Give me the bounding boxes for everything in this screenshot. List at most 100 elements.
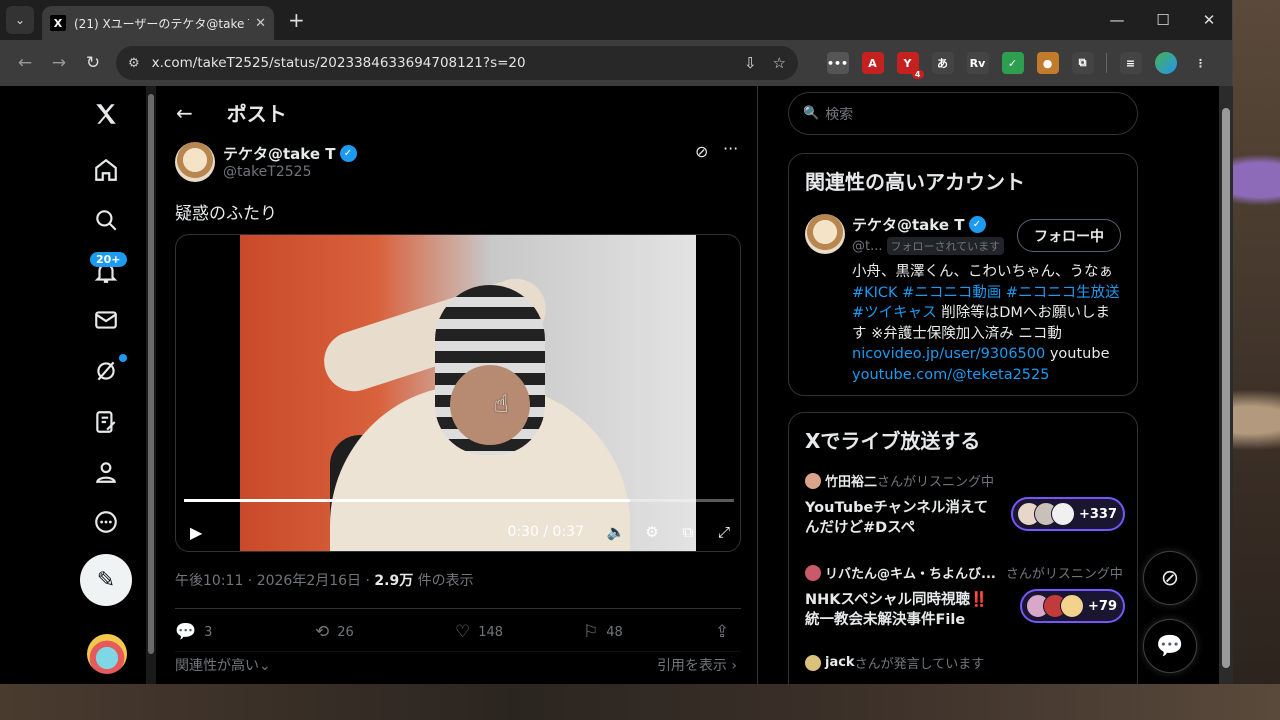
live-space-item[interactable]: jack さんが発言しています xyxy=(805,653,1125,672)
grok-dot-badge xyxy=(119,354,127,362)
pdf-ext-icon[interactable]: A xyxy=(861,52,884,74)
media-control-icon[interactable]: ≡ xyxy=(1119,52,1142,74)
bookmark-star-icon[interactable]: ☆ xyxy=(773,54,786,72)
more-circle-icon[interactable] xyxy=(86,502,126,542)
divider xyxy=(175,651,741,652)
related-account-name-text: テケタ@take T xyxy=(852,216,965,234)
related-account-handle[interactable]: @t... xyxy=(852,239,883,254)
view-quotes-link[interactable]: 引用を表示 › xyxy=(657,655,737,675)
search-input[interactable]: 🔍 検索 xyxy=(788,92,1138,135)
nav-scrollbar[interactable] xyxy=(146,86,156,684)
back-button[interactable]: ← xyxy=(8,53,42,73)
window-close-button[interactable]: ✕ xyxy=(1186,11,1232,29)
reload-button[interactable]: ↻ xyxy=(76,53,110,73)
mail-ext-icon[interactable]: Y4 xyxy=(896,52,924,79)
reply-icon: 💬 xyxy=(175,622,197,642)
bookmark-button[interactable]: ⚐ 48 xyxy=(583,622,715,642)
explore-search-icon[interactable] xyxy=(86,200,126,240)
hand-cursor-icon: ☝ xyxy=(494,390,509,418)
post-timestamp[interactable]: 午後10:11 · 2026年2月16日 · xyxy=(175,573,374,589)
live-spaces-card: Xでライブ放送する 竹田裕二 さんがリスニング中 YouTubeチャンネル消えてん… xyxy=(788,412,1138,684)
lists-edit-icon[interactable] xyxy=(86,402,126,442)
back-arrow-icon[interactable]: ← xyxy=(176,101,193,125)
host-status: さんがリスニング中 xyxy=(1005,567,1123,582)
page-scrollbar-thumb[interactable] xyxy=(1222,108,1230,668)
profile-avatar-icon[interactable] xyxy=(1154,52,1177,74)
home-icon[interactable] xyxy=(86,150,126,190)
puzzle-ext-icon[interactable]: ⧉ xyxy=(1071,52,1094,74)
nav-scrollbar-thumb[interactable] xyxy=(148,94,154,654)
live-space-item[interactable]: リバたん@キム・ちよんび... さんがリスニング中 NHKスペシャル同時視聴‼️統… xyxy=(805,563,1125,630)
address-bar[interactable]: ⚙ x.com/takeT2525/status/202338463369470… xyxy=(116,46,798,80)
play-icon[interactable]: ▶ xyxy=(190,523,202,542)
listener-avatars[interactable]: +79 xyxy=(1020,589,1125,623)
bottle-ext-icon[interactable]: ● xyxy=(1036,52,1059,74)
grok-explain-icon[interactable]: ⊘ xyxy=(695,142,708,161)
host-avatar xyxy=(805,564,821,581)
messages-fab-icon[interactable]: 💬 xyxy=(1143,619,1197,673)
post-author-handle[interactable]: @takeT2525 xyxy=(223,164,311,180)
tab-search-button[interactable]: ⌄ xyxy=(6,6,34,34)
related-accounts-card: 関連性の高いアカウント テケタ@take T ✓ @t... フォローされていま… xyxy=(788,153,1138,396)
page-scrollbar[interactable] xyxy=(1219,86,1233,684)
following-button[interactable]: フォロー中 xyxy=(1017,219,1121,252)
translate-ext-icon[interactable]: あ xyxy=(931,52,954,74)
reply-button[interactable]: 💬 3 xyxy=(175,622,315,642)
repost-icon: ⟲ xyxy=(315,622,330,642)
maximize-button[interactable]: ☐ xyxy=(1140,11,1186,29)
picture-in-picture-icon[interactable]: ⧉ xyxy=(670,523,706,541)
bookmark-count: 48 xyxy=(606,624,623,640)
repost-button[interactable]: ⟲ 26 xyxy=(315,622,455,642)
active-tab[interactable]: X (21) Xユーザーのテケタ@take Tさん ✕ xyxy=(42,6,274,40)
share-icon: ⇪ xyxy=(715,622,730,642)
post-author-avatar[interactable] xyxy=(175,142,215,182)
x-favicon-icon: X xyxy=(50,15,66,31)
rw-ext-icon[interactable]: Rv xyxy=(966,52,989,74)
compose-post-button[interactable]: ✎ xyxy=(80,554,132,606)
shield-ext-icon[interactable]: ✓ xyxy=(1001,52,1024,74)
related-accounts-title: 関連性の高いアカウント xyxy=(805,170,1025,194)
related-account-name[interactable]: テケタ@take T ✓ xyxy=(852,214,986,235)
video-frame[interactable] xyxy=(240,235,696,551)
live-space-item[interactable]: 竹田裕二 さんがリスニング中 YouTubeチャンネル消えてんだけど#Dスペ +3… xyxy=(805,471,1125,538)
post-author-name[interactable]: テケタ@take T ✓ xyxy=(223,143,357,164)
replies-sort-dropdown[interactable]: 関連性が高い⌄ xyxy=(175,655,271,675)
video-settings-icon[interactable]: ⚙ xyxy=(634,523,670,541)
tab-close-icon[interactable]: ✕ xyxy=(255,16,266,31)
grok-fab-icon[interactable]: ⊘ xyxy=(1143,551,1197,605)
reply-count: 3 xyxy=(204,624,213,640)
listener-avatars[interactable]: +337 xyxy=(1010,497,1125,531)
main-column: ← ポスト テケタ@take T ✓ @takeT2525 ⊘ ··· 疑惑のふ… xyxy=(158,86,758,684)
volume-icon[interactable]: 🔈 xyxy=(598,523,634,541)
like-button[interactable]: ♡ 148 xyxy=(455,622,583,642)
host-name: jack xyxy=(825,655,855,670)
related-account-avatar[interactable] xyxy=(805,214,845,254)
bio-youtube-link[interactable]: youtube.com/@teketa2525 xyxy=(852,367,1050,383)
live-space-title: NHKスペシャル同時視聴‼️統一教会未解決事件File xyxy=(805,592,989,628)
profile-icon[interactable] xyxy=(86,452,126,492)
follows-you-badge: フォローされています xyxy=(886,237,1005,255)
video-progress-bar[interactable] xyxy=(184,499,734,502)
messages-mail-icon[interactable] xyxy=(86,300,126,340)
forward-button[interactable]: → xyxy=(42,53,76,73)
like-count: 148 xyxy=(478,624,504,640)
post-more-icon[interactable]: ··· xyxy=(723,139,738,158)
tab-title: (21) Xユーザーのテケタ@take Tさん xyxy=(74,16,249,31)
minimize-button[interactable]: — xyxy=(1094,11,1140,29)
post-meta: 午後10:11 · 2026年2月16日 · 2.9万 件の表示 xyxy=(175,570,474,590)
fullscreen-icon[interactable]: ⤢ xyxy=(706,523,740,541)
video-progress-fill xyxy=(184,499,630,502)
account-avatar[interactable] xyxy=(87,634,127,674)
install-app-icon[interactable]: ⇩ xyxy=(744,54,757,72)
browser-toolbar: ← → ↻ ⚙ x.com/takeT2525/status/202338463… xyxy=(0,40,1232,86)
new-tab-button[interactable]: + xyxy=(288,8,305,32)
video-player[interactable]: ▶ 0:30 / 0:37 🔈 ⚙ ⧉ ⤢ xyxy=(175,234,741,552)
bio-nicovideo-link[interactable]: nicovideo.jp/user/9306500 xyxy=(852,346,1045,362)
share-button[interactable]: ⇪ xyxy=(715,622,737,642)
x-logo-icon[interactable] xyxy=(86,94,126,134)
site-info-icon[interactable]: ⚙ xyxy=(128,56,140,71)
url-text[interactable]: x.com/takeT2525/status/20233846336947081… xyxy=(152,55,728,71)
more-dots-ext-icon[interactable]: ••• xyxy=(826,52,849,74)
browser-menu-icon[interactable]: ⋮ xyxy=(1190,52,1212,74)
toolbar-separator xyxy=(1106,53,1107,73)
